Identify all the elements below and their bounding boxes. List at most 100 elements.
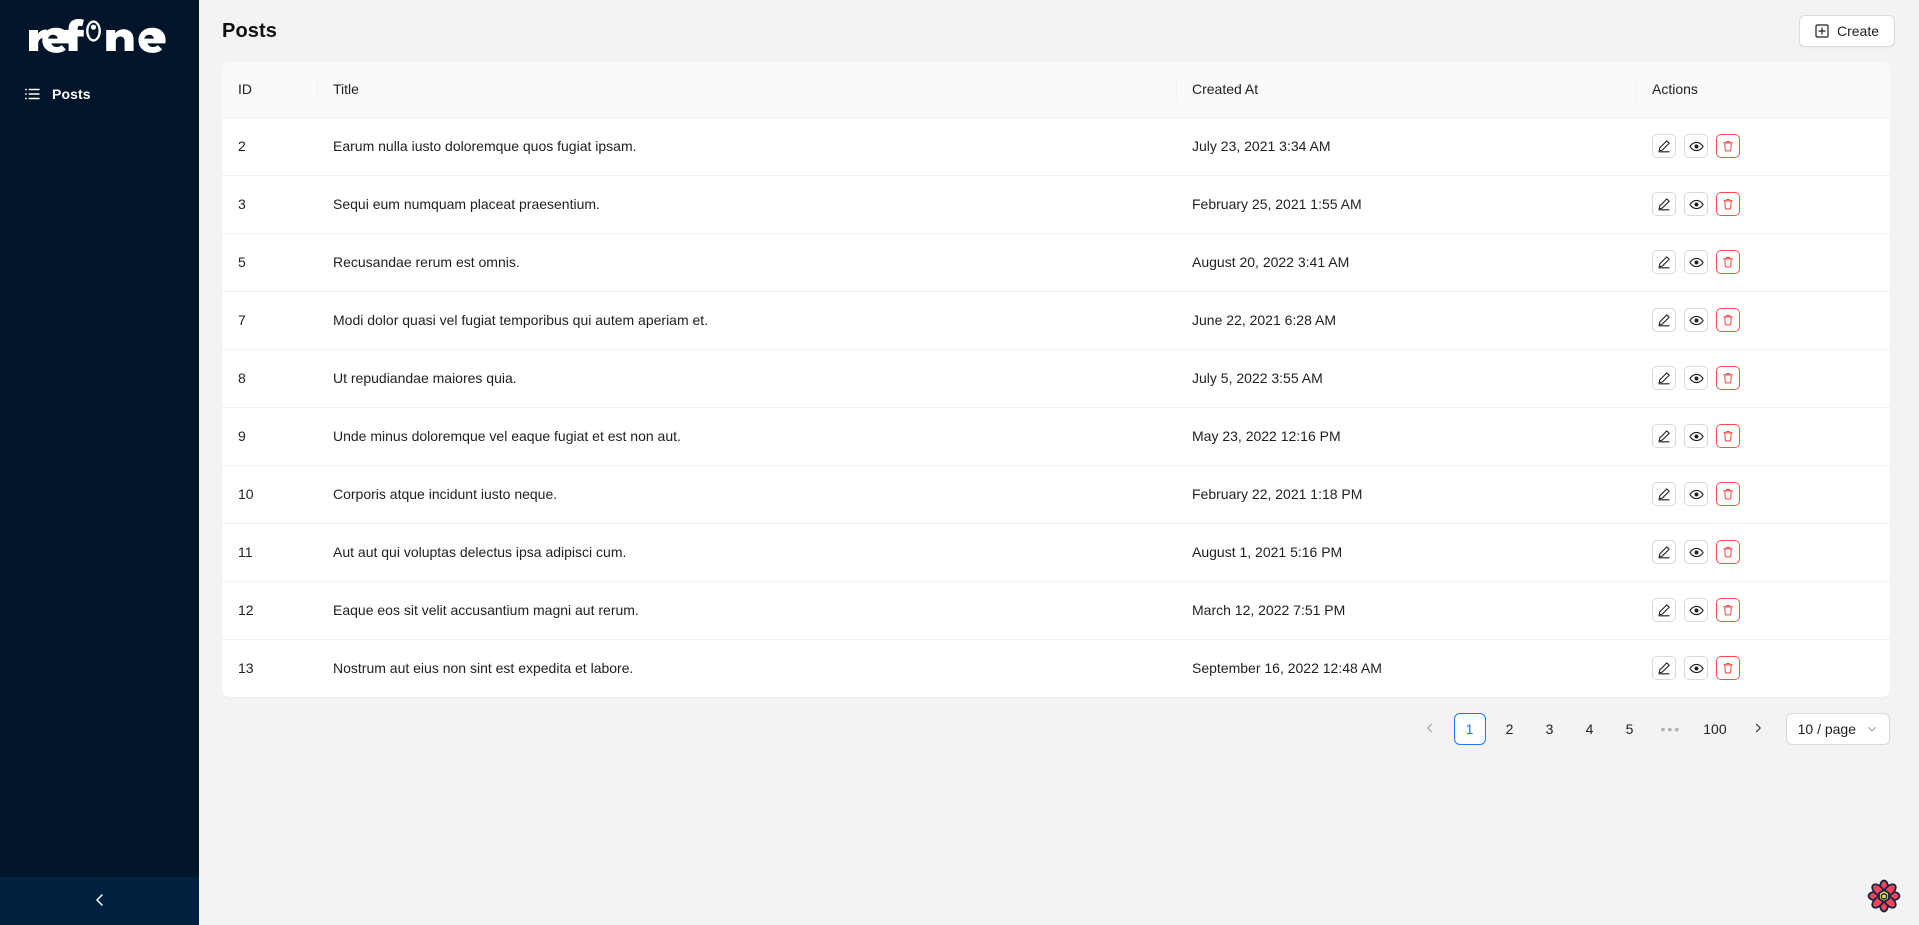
trash-icon xyxy=(1721,603,1735,617)
column-header-title[interactable]: Title xyxy=(317,62,1176,117)
cell-id: 8 xyxy=(222,349,317,407)
cell-actions xyxy=(1636,465,1890,523)
delete-row-button[interactable] xyxy=(1716,134,1740,158)
cell-actions xyxy=(1636,407,1890,465)
cell-title: Ut repudiandae maiores quia. xyxy=(317,349,1176,407)
edit-row-button[interactable] xyxy=(1652,540,1676,564)
cell-id: 5 xyxy=(222,233,317,291)
trash-icon xyxy=(1721,197,1735,211)
brand-logo[interactable] xyxy=(0,0,199,64)
eye-icon xyxy=(1689,197,1704,212)
show-row-button[interactable] xyxy=(1684,598,1708,622)
cell-actions xyxy=(1636,233,1890,291)
show-row-button[interactable] xyxy=(1684,308,1708,332)
pagination-page-2[interactable]: 2 xyxy=(1494,713,1526,745)
page-size-select[interactable]: 10 / page xyxy=(1786,713,1890,745)
edit-row-button[interactable] xyxy=(1652,134,1676,158)
trash-icon xyxy=(1721,429,1735,443)
table-row: 7Modi dolor quasi vel fugiat temporibus … xyxy=(222,291,1890,349)
delete-row-button[interactable] xyxy=(1716,192,1740,216)
row-action-group xyxy=(1652,524,1874,581)
row-action-group xyxy=(1652,176,1874,233)
show-row-button[interactable] xyxy=(1684,366,1708,390)
pagination: 12345•••100 10 / page xyxy=(199,697,1919,745)
show-row-button[interactable] xyxy=(1684,192,1708,216)
cell-created-at: August 1, 2021 5:16 PM xyxy=(1176,523,1636,581)
devtools-button[interactable] xyxy=(1863,875,1905,917)
show-row-button[interactable] xyxy=(1684,656,1708,680)
edit-row-button[interactable] xyxy=(1652,308,1676,332)
cell-created-at: July 5, 2022 3:55 AM xyxy=(1176,349,1636,407)
eye-icon xyxy=(1689,139,1704,154)
delete-row-button[interactable] xyxy=(1716,540,1740,564)
sidebar-item-posts[interactable]: Posts xyxy=(0,74,199,114)
delete-row-button[interactable] xyxy=(1716,424,1740,448)
trash-icon xyxy=(1721,139,1735,153)
pagination-ellipsis: ••• xyxy=(1654,713,1689,745)
unordered-list-icon xyxy=(24,86,40,102)
plus-square-icon xyxy=(1815,24,1829,38)
show-row-button[interactable] xyxy=(1684,424,1708,448)
pagination-page-5[interactable]: 5 xyxy=(1614,713,1646,745)
delete-row-button[interactable] xyxy=(1716,366,1740,390)
cell-created-at: June 22, 2021 6:28 AM xyxy=(1176,291,1636,349)
sidebar-collapse-button[interactable] xyxy=(0,877,199,925)
cell-title: Unde minus doloremque vel eaque fugiat e… xyxy=(317,407,1176,465)
delete-row-button[interactable] xyxy=(1716,598,1740,622)
cell-created-at: February 25, 2021 1:55 AM xyxy=(1176,175,1636,233)
cell-id: 3 xyxy=(222,175,317,233)
row-action-group xyxy=(1652,640,1874,697)
delete-row-button[interactable] xyxy=(1716,656,1740,680)
edit-row-button[interactable] xyxy=(1652,598,1676,622)
row-action-group xyxy=(1652,118,1874,175)
show-row-button[interactable] xyxy=(1684,482,1708,506)
pencil-icon xyxy=(1657,255,1671,269)
eye-icon xyxy=(1689,603,1704,618)
edit-row-button[interactable] xyxy=(1652,366,1676,390)
cell-actions xyxy=(1636,291,1890,349)
pagination-page-1[interactable]: 1 xyxy=(1454,713,1486,745)
cell-title: Earum nulla iusto doloremque quos fugiat… xyxy=(317,117,1176,175)
trash-icon xyxy=(1721,487,1735,501)
pagination-page-100[interactable]: 100 xyxy=(1696,713,1733,745)
column-header-created-at[interactable]: Created At xyxy=(1176,62,1636,117)
sidebar-item-label: Posts xyxy=(52,86,91,102)
cell-id: 12 xyxy=(222,581,317,639)
pagination-page-4[interactable]: 4 xyxy=(1574,713,1606,745)
trash-icon xyxy=(1721,313,1735,327)
posts-table-card: ID Title Created At Actions 2Earum nulla… xyxy=(222,62,1890,697)
show-row-button[interactable] xyxy=(1684,540,1708,564)
show-row-button[interactable] xyxy=(1684,134,1708,158)
posts-table: ID Title Created At Actions 2Earum nulla… xyxy=(222,62,1890,697)
table-body: 2Earum nulla iusto doloremque quos fugia… xyxy=(222,117,1890,697)
cell-actions xyxy=(1636,639,1890,697)
edit-row-button[interactable] xyxy=(1652,250,1676,274)
cell-created-at: May 23, 2022 12:16 PM xyxy=(1176,407,1636,465)
cell-id: 9 xyxy=(222,407,317,465)
edit-row-button[interactable] xyxy=(1652,656,1676,680)
trash-icon xyxy=(1721,371,1735,385)
chevron-down-icon xyxy=(1866,723,1878,735)
trash-icon xyxy=(1721,255,1735,269)
pagination-page-3[interactable]: 3 xyxy=(1534,713,1566,745)
delete-row-button[interactable] xyxy=(1716,250,1740,274)
edit-row-button[interactable] xyxy=(1652,482,1676,506)
pagination-next-button[interactable] xyxy=(1742,713,1774,745)
delete-row-button[interactable] xyxy=(1716,308,1740,332)
create-button[interactable]: Create xyxy=(1799,15,1895,47)
edit-row-button[interactable] xyxy=(1652,192,1676,216)
show-row-button[interactable] xyxy=(1684,250,1708,274)
table-row: 8Ut repudiandae maiores quia.July 5, 202… xyxy=(222,349,1890,407)
edit-row-button[interactable] xyxy=(1652,424,1676,448)
pencil-icon xyxy=(1657,603,1671,617)
pencil-icon xyxy=(1657,313,1671,327)
trash-icon xyxy=(1721,661,1735,675)
row-action-group xyxy=(1652,350,1874,407)
delete-row-button[interactable] xyxy=(1716,482,1740,506)
column-header-id[interactable]: ID xyxy=(222,62,317,117)
refine-flower-icon xyxy=(1867,879,1901,913)
cell-title: Aut aut qui voluptas delectus ipsa adipi… xyxy=(317,523,1176,581)
pagination-prev-button[interactable] xyxy=(1414,713,1446,745)
cell-title: Recusandae rerum est omnis. xyxy=(317,233,1176,291)
pencil-icon xyxy=(1657,371,1671,385)
